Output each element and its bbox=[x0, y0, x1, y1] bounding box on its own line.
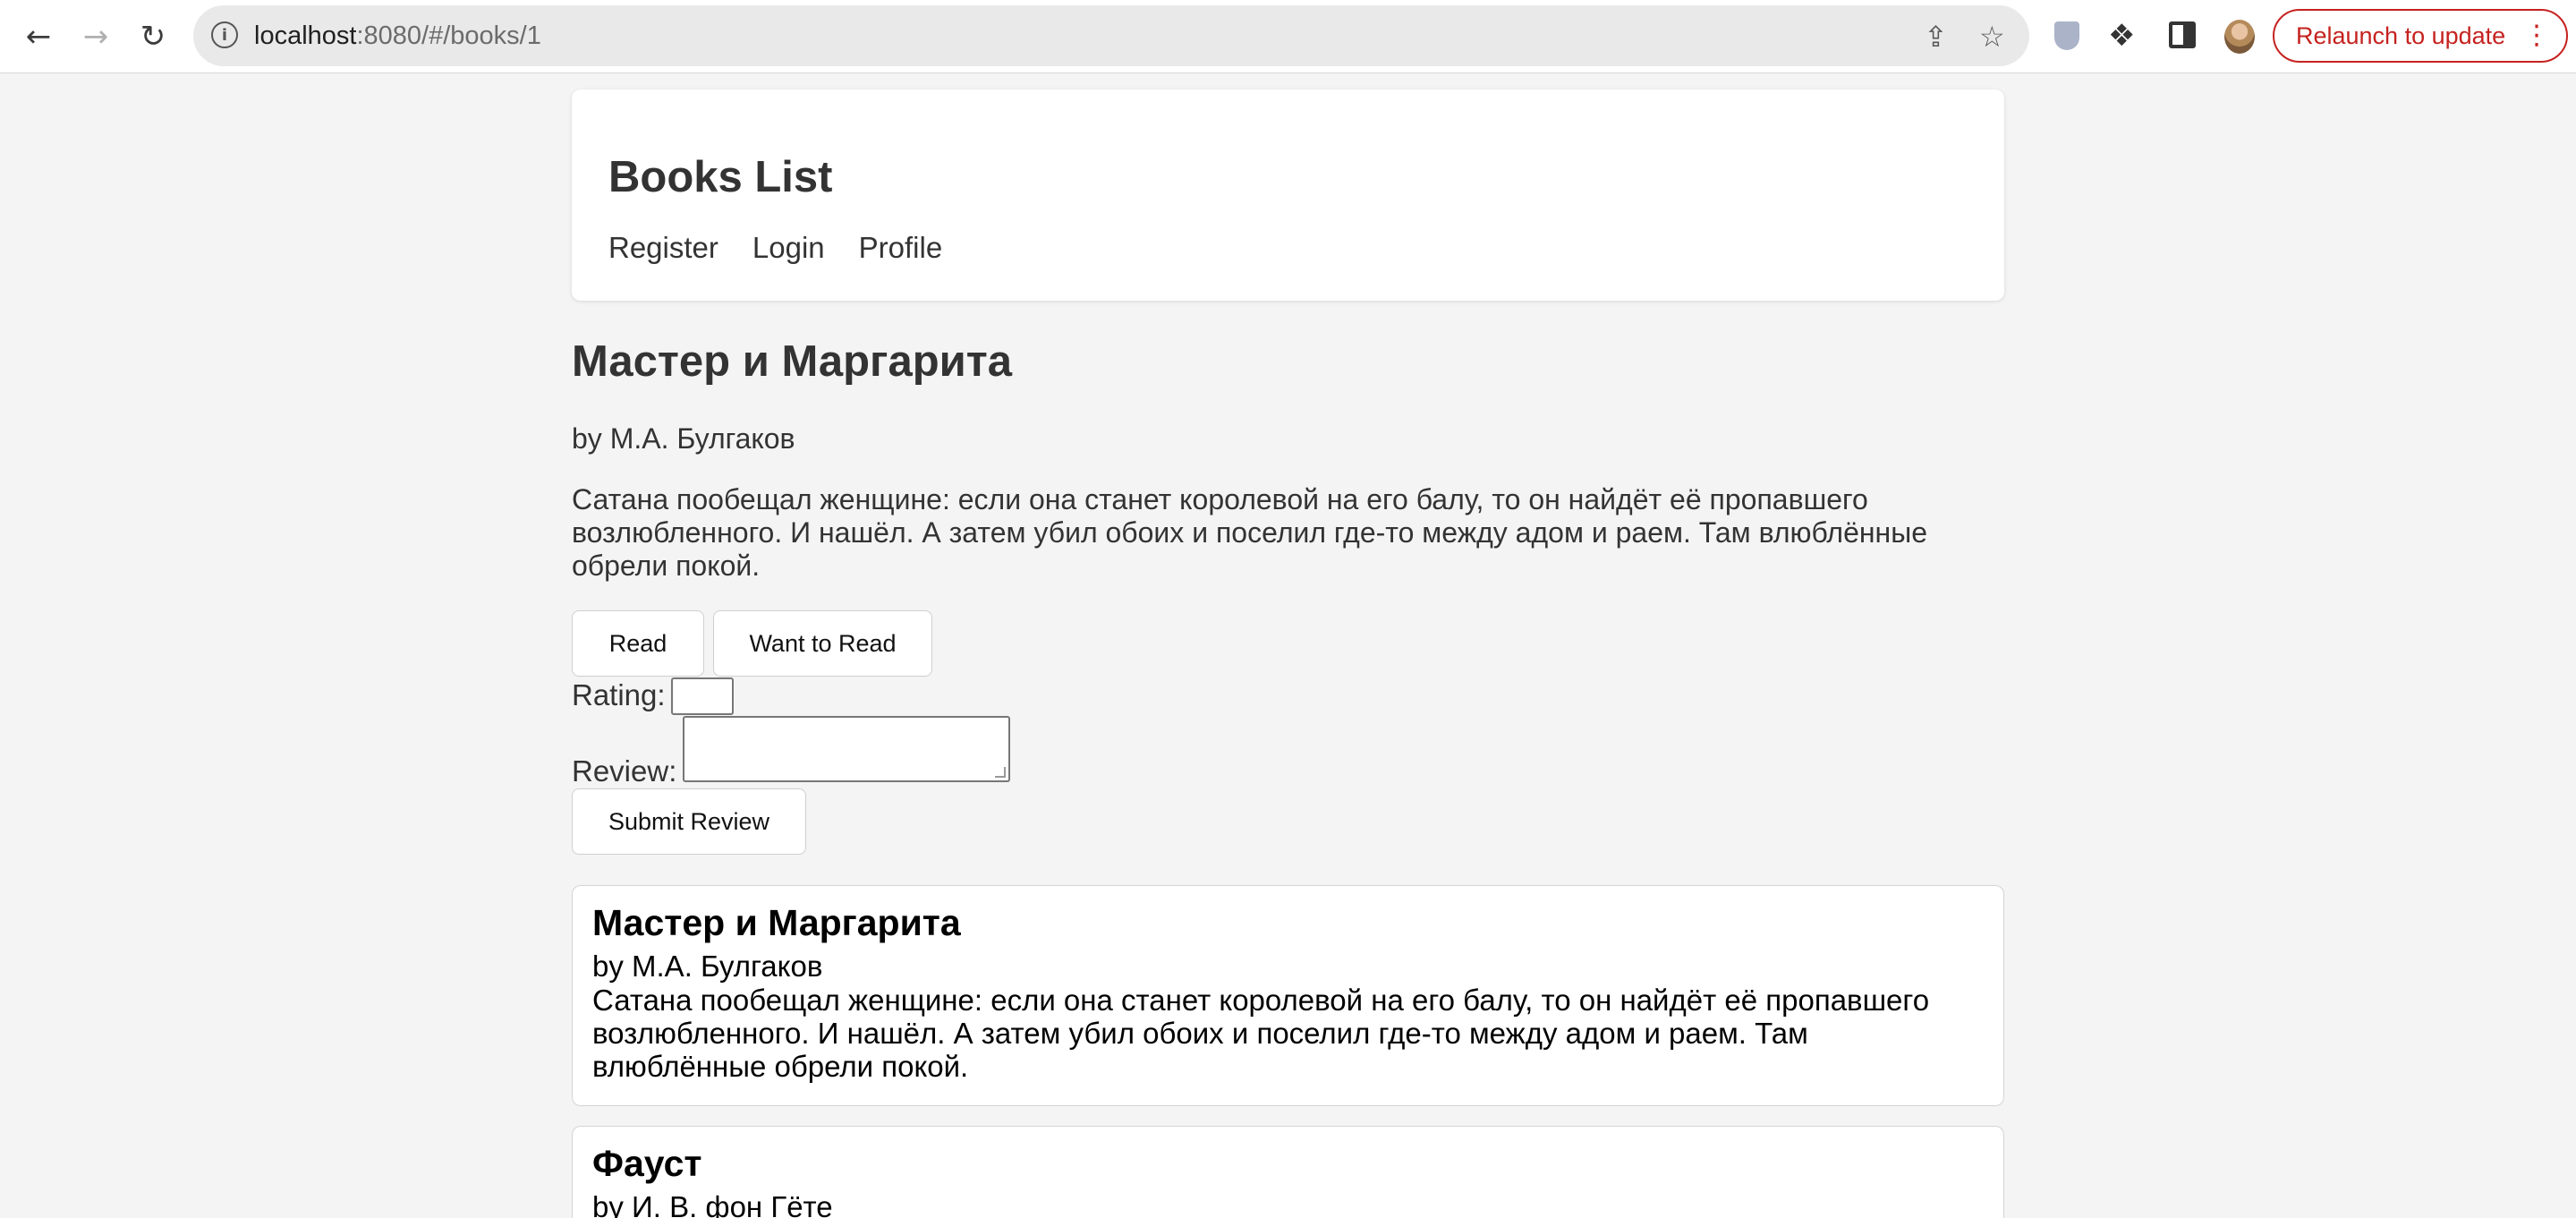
list-item-author: by М.А. Булгаков bbox=[592, 950, 823, 983]
site-title: Books List bbox=[608, 153, 833, 201]
side-panel-icon[interactable] bbox=[2169, 21, 2196, 48]
nav-link-login[interactable]: Login bbox=[752, 231, 825, 265]
list-item[interactable]: Фауст by И. В. фон Гёте bbox=[572, 1126, 2004, 1218]
extension-shield-icon[interactable] bbox=[2054, 21, 2079, 50]
forward-arrow-icon[interactable]: → bbox=[75, 16, 116, 57]
reload-icon[interactable]: ↻ bbox=[132, 16, 174, 57]
bookmark-star-icon[interactable]: ☆ bbox=[1979, 20, 2005, 54]
site-nav: Register Login Profile bbox=[608, 231, 942, 265]
nav-link-profile[interactable]: Profile bbox=[859, 231, 943, 265]
review-label: Review: bbox=[572, 754, 677, 788]
nav-link-register[interactable]: Register bbox=[608, 231, 718, 265]
url-path: :8080/#/books/1 bbox=[356, 21, 541, 50]
rating-input[interactable] bbox=[671, 677, 734, 715]
list-item-author: by И. В. фон Гёте bbox=[592, 1190, 833, 1218]
book-description: Сатана пообещал женщине: если она станет… bbox=[572, 483, 1927, 582]
rating-label: Rating: bbox=[572, 678, 666, 711]
review-textarea[interactable] bbox=[683, 716, 1010, 782]
list-item-title: Фауст bbox=[592, 1143, 702, 1184]
address-bar[interactable]: i localhost:8080/#/books/1 ⇪ ☆ bbox=[193, 5, 2029, 66]
url-host: localhost bbox=[254, 21, 357, 50]
extensions-puzzle-icon[interactable]: ❖ bbox=[2108, 18, 2135, 54]
share-icon[interactable]: ⇪ bbox=[1924, 20, 1948, 54]
back-arrow-icon[interactable]: ← bbox=[18, 16, 59, 57]
more-vert-icon[interactable]: ⋮ bbox=[2523, 20, 2550, 51]
list-item-description: Сатана пообещал женщине: если она станет… bbox=[592, 984, 1930, 1083]
want-to-read-button[interactable]: Want to Read bbox=[713, 610, 932, 677]
submit-review-button[interactable]: Submit Review bbox=[572, 788, 806, 855]
url-text: localhost:8080/#/books/1 bbox=[254, 21, 541, 51]
book-title: Мастер и Маргарита bbox=[572, 337, 1013, 386]
read-button[interactable]: Read bbox=[572, 610, 704, 677]
list-item-title: Мастер и Маргарита bbox=[592, 902, 961, 943]
relaunch-button[interactable]: Relaunch to update ⋮ bbox=[2273, 9, 2568, 63]
browser-toolbar: ← → ↻ i localhost:8080/#/books/1 ⇪ ☆ ❖ R… bbox=[0, 0, 2576, 73]
relaunch-label: Relaunch to update bbox=[2296, 21, 2506, 49]
avatar[interactable] bbox=[2224, 20, 2255, 54]
site-header: Books List Register Login Profile bbox=[572, 89, 2004, 301]
site-info-icon[interactable]: i bbox=[211, 21, 238, 48]
list-item[interactable]: Мастер и Маргарита by М.А. Булгаков Сата… bbox=[572, 885, 2004, 1106]
book-author: by М.А. Булгаков bbox=[572, 422, 795, 455]
